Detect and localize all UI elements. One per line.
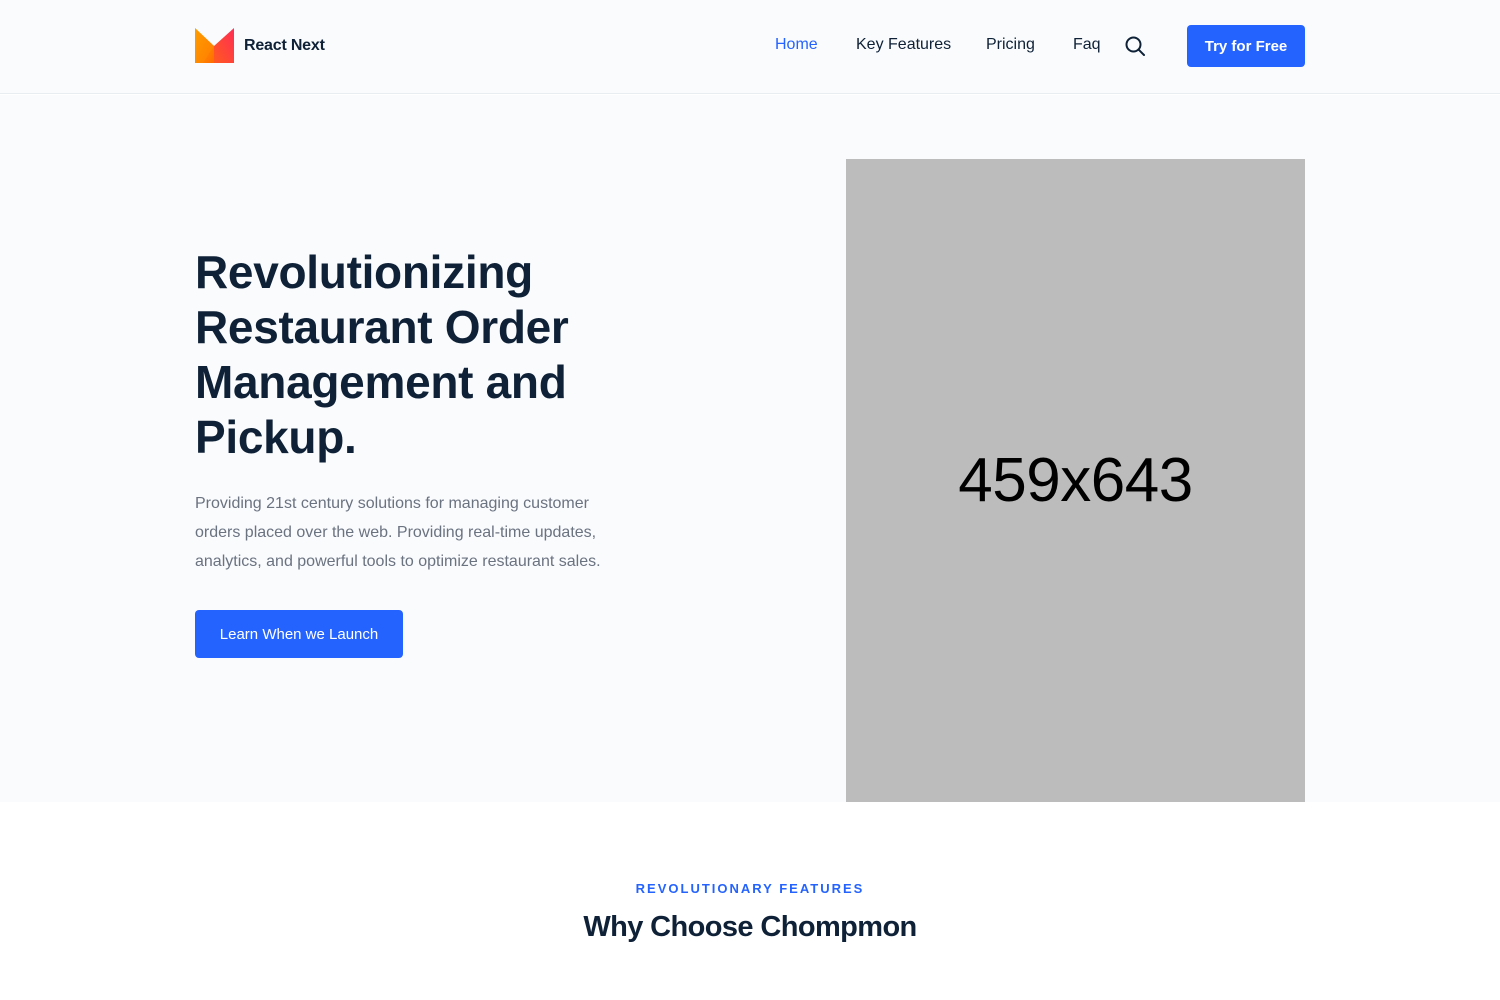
learn-when-we-launch-button[interactable]: Learn When we Launch — [195, 610, 403, 658]
site-header: React Next Home Key Features Pricing Faq… — [0, 0, 1500, 94]
features-kicker: REVOLUTIONARY FEATURES — [635, 881, 865, 896]
nav-item-key-features[interactable]: Key Features — [856, 36, 951, 54]
nav-item-faq[interactable]: Faq — [1073, 36, 1101, 54]
brand-name: React Next — [244, 36, 325, 54]
hero-image-placeholder: 459x643 — [846, 159, 1305, 802]
search-icon[interactable] — [1124, 35, 1146, 57]
brand-logo[interactable]: React Next — [195, 28, 325, 63]
hero-description: Providing 21st century solutions for man… — [195, 495, 601, 570]
placeholder-dimensions-label: 459x643 — [958, 446, 1193, 515]
nav-item-home[interactable]: Home — [775, 36, 818, 54]
hero-title: Revolutionizing Restaurant Order Managem… — [195, 246, 569, 463]
try-for-free-button[interactable]: Try for Free — [1187, 25, 1305, 67]
logo-icon — [195, 28, 234, 63]
features-title: Why Choose Chompmon — [583, 911, 917, 943]
nav-item-pricing[interactable]: Pricing — [986, 36, 1035, 54]
